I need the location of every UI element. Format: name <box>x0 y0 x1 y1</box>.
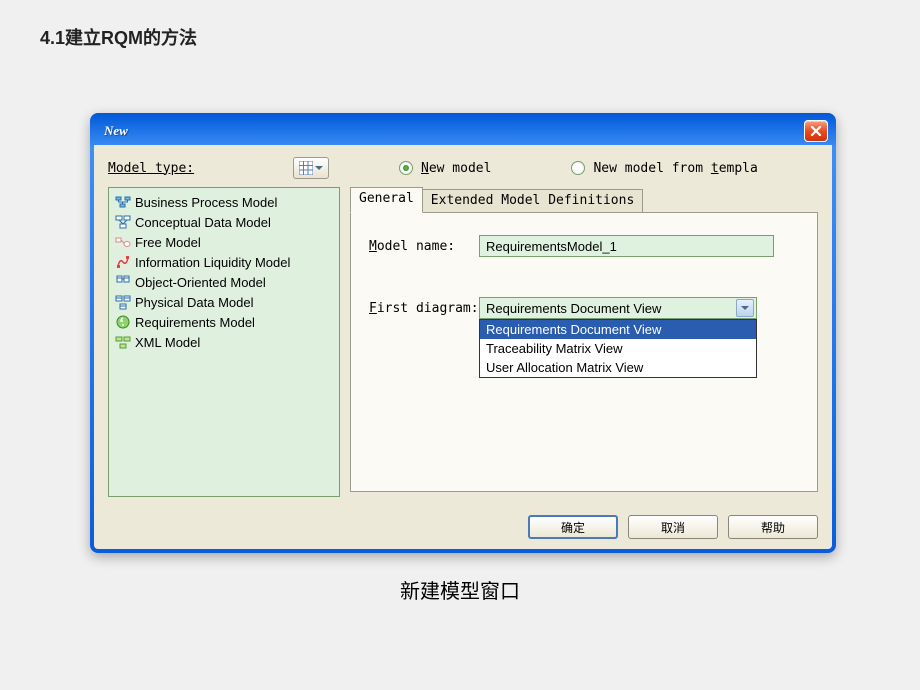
dialog-titlebar[interactable]: New <box>94 117 832 145</box>
radio-new-from-template[interactable]: New model from templa <box>571 161 757 176</box>
radio-template-label: New model from templa <box>593 161 757 176</box>
first-diagram-row: First diagram: Requirements Document Vie… <box>369 297 799 319</box>
ok-button[interactable]: 确定 <box>528 515 618 539</box>
view-mode-button[interactable] <box>293 157 329 179</box>
top-controls-row: Model type: New model New model from tem… <box>108 155 818 181</box>
list-item[interactable]: Free Model <box>111 232 337 252</box>
pdm-icon <box>115 294 131 310</box>
ilm-icon <box>115 254 131 270</box>
dropdown-item[interactable]: Traceability Matrix View <box>480 339 756 358</box>
right-panel: General Extended Model Definitions Model… <box>350 187 818 497</box>
list-item[interactable]: XML Model <box>111 332 337 352</box>
tab-content-general: Model name: First diagram: Requirements … <box>350 212 818 492</box>
list-label: Physical Data Model <box>135 295 254 310</box>
free-model-icon <box>115 234 131 250</box>
list-label: Free Model <box>135 235 201 250</box>
list-label: Conceptual Data Model <box>135 215 271 230</box>
tab-extended-definitions[interactable]: Extended Model Definitions <box>423 189 644 213</box>
list-label: Requirements Model <box>135 315 255 330</box>
dropdown-item[interactable]: User Allocation Matrix View <box>480 358 756 377</box>
first-diagram-dropdown[interactable]: Requirements Document View Requirements … <box>479 297 757 319</box>
dialog-button-row: 确定 取消 帮助 <box>528 515 818 539</box>
list-item[interactable]: Requirements Model <box>111 312 337 332</box>
dropdown-value: Requirements Document View <box>486 301 661 316</box>
model-type-label: Model type: <box>108 161 293 176</box>
dropdown-selected[interactable]: Requirements Document View <box>479 297 757 319</box>
xml-icon <box>115 334 131 350</box>
first-diagram-label: First diagram: <box>369 301 479 316</box>
dialog-title: New <box>104 123 128 139</box>
radio-new-label: New model <box>421 161 491 176</box>
dropdown-toggle[interactable] <box>736 299 754 317</box>
list-label: XML Model <box>135 335 200 350</box>
list-label: Business Process Model <box>135 195 277 210</box>
close-button[interactable] <box>804 120 828 142</box>
new-model-dialog: New Model type: New model New model from… <box>90 113 836 553</box>
list-label: Object-Oriented Model <box>135 275 266 290</box>
list-label: Information Liquidity Model <box>135 255 290 270</box>
model-name-row: Model name: <box>369 235 799 257</box>
list-item[interactable]: Object-Oriented Model <box>111 272 337 292</box>
dropdown-list: Requirements Document View Traceability … <box>479 319 757 378</box>
tab-general[interactable]: General <box>350 187 423 213</box>
main-content-row: Business Process Model Conceptual Data M… <box>108 187 818 497</box>
model-name-label: Model name: <box>369 239 479 254</box>
model-name-input[interactable] <box>479 235 774 257</box>
tab-strip: General Extended Model Definitions <box>350 187 818 213</box>
help-button[interactable]: 帮助 <box>728 515 818 539</box>
page-heading: 4.1建立RQM的方法 <box>40 24 197 50</box>
list-item[interactable]: Information Liquidity Model <box>111 252 337 272</box>
cancel-button[interactable]: 取消 <box>628 515 718 539</box>
cdm-icon <box>115 214 131 230</box>
rqm-icon <box>115 314 131 330</box>
dialog-body: Model type: New model New model from tem… <box>94 145 832 549</box>
grid-icon <box>299 161 313 175</box>
radio-new-model[interactable]: New model <box>399 161 491 176</box>
list-item[interactable]: Physical Data Model <box>111 292 337 312</box>
chevron-down-icon <box>315 166 323 170</box>
close-icon <box>810 125 822 137</box>
list-item[interactable]: Conceptual Data Model <box>111 212 337 232</box>
oom-icon <box>115 274 131 290</box>
radio-icon <box>571 161 585 175</box>
bpm-icon <box>115 194 131 210</box>
model-type-list[interactable]: Business Process Model Conceptual Data M… <box>108 187 340 497</box>
figure-caption: 新建模型窗口 <box>0 575 920 604</box>
radio-icon <box>399 161 413 175</box>
chevron-down-icon <box>741 306 749 310</box>
list-item[interactable]: Business Process Model <box>111 192 337 212</box>
dropdown-item[interactable]: Requirements Document View <box>480 320 756 339</box>
